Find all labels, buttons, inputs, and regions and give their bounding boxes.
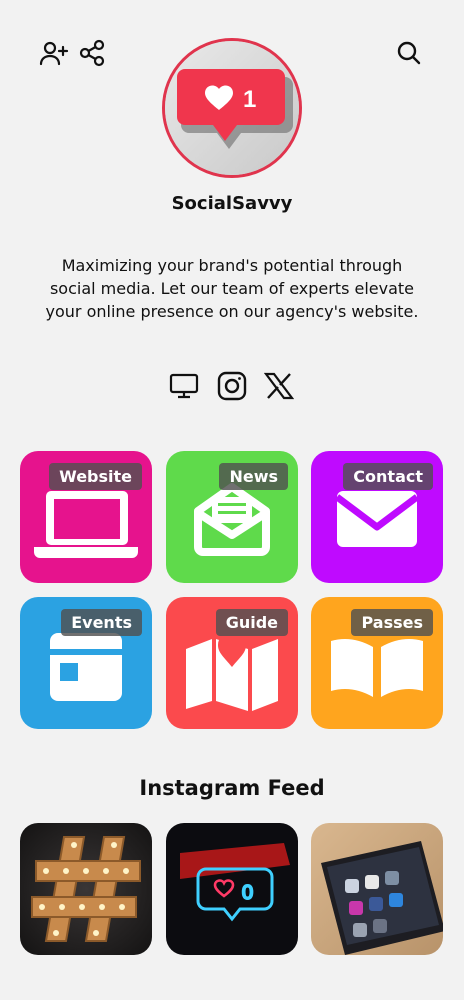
news-label: News <box>219 463 288 490</box>
user-plus-icon <box>39 41 69 66</box>
feed-post-hashtag[interactable] <box>20 823 152 955</box>
passes-tile[interactable]: Passes <box>311 597 443 729</box>
contact-tile[interactable]: Contact <box>311 451 443 583</box>
passes-label: Passes <box>351 609 433 636</box>
x-link[interactable] <box>263 370 295 402</box>
website-label: Website <box>49 463 142 490</box>
events-tile[interactable]: Events <box>20 597 152 729</box>
search-button[interactable] <box>394 38 424 68</box>
news-tile[interactable]: News <box>166 451 298 583</box>
avatar[interactable]: 1 <box>162 38 302 178</box>
instagram-feed-title: Instagram Feed <box>139 776 325 800</box>
avatar-badge-count: 1 <box>243 86 256 113</box>
share-icon <box>79 39 105 67</box>
feed-post-neon-like[interactable]: 0 <box>166 823 298 955</box>
events-label: Events <box>61 609 142 636</box>
profile-name: SocialSavvy <box>171 193 293 214</box>
add-user-button[interactable] <box>38 38 70 68</box>
contact-label: Contact <box>343 463 433 490</box>
share-button[interactable] <box>78 38 106 68</box>
neon-count: 0 <box>242 882 253 904</box>
guide-tile[interactable]: Guide <box>166 597 298 729</box>
search-icon <box>397 41 421 65</box>
hashtag-marquee-image <box>20 823 152 955</box>
neon-like-sign-image: 0 <box>166 823 298 955</box>
profile-bio: Maximizing your brand's potential throug… <box>45 256 419 321</box>
monitor-icon <box>169 373 199 399</box>
guide-label: Guide <box>215 609 288 636</box>
phone-apps-image <box>311 823 443 955</box>
website-tile[interactable]: Website <box>20 451 152 583</box>
instagram-link[interactable] <box>216 370 248 402</box>
x-icon <box>264 372 294 400</box>
feed-post-phone[interactable] <box>311 823 443 955</box>
social-links <box>0 370 464 404</box>
website-link[interactable] <box>168 370 200 402</box>
like-notification-image: 1 <box>165 41 299 175</box>
instagram-icon <box>217 371 247 401</box>
